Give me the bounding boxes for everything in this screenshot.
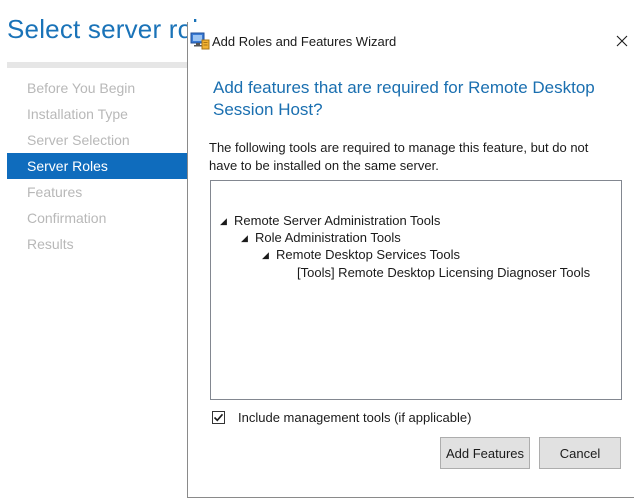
expanded-arrow-icon[interactable]: ◢ <box>241 229 255 247</box>
tree-node-label: Role Administration Tools <box>255 230 401 245</box>
add-features-button[interactable]: Add Features <box>440 437 530 469</box>
tree-node-remote-server-admin-tools[interactable]: ◢ Remote Server Administration Tools <box>220 212 440 230</box>
tree-node-rds-tools[interactable]: ◢ Remote Desktop Services Tools <box>262 246 460 264</box>
close-button[interactable] <box>610 28 634 54</box>
checkmark-icon <box>213 413 224 421</box>
cancel-button[interactable]: Cancel <box>539 437 621 469</box>
tree-node-label: Remote Server Administration Tools <box>234 213 441 228</box>
include-management-tools-row[interactable]: Include management tools (if applicable) <box>212 408 471 426</box>
server-manager-icon <box>190 32 210 50</box>
dialog-title: Add Roles and Features Wizard <box>212 34 397 49</box>
nav-item-confirmation[interactable]: Confirmation <box>7 205 187 231</box>
add-features-dialog: Add Roles and Features Wizard Add featur… <box>187 22 634 498</box>
expanded-arrow-icon[interactable]: ◢ <box>220 212 234 230</box>
include-management-tools-label: Include management tools (if applicable) <box>238 409 472 425</box>
expanded-arrow-icon[interactable]: ◢ <box>262 246 276 264</box>
nav-item-before-you-begin[interactable]: Before You Begin <box>7 75 187 101</box>
nav-item-features[interactable]: Features <box>7 179 187 205</box>
required-features-tree[interactable]: ◢ Remote Server Administration Tools ◢ Rol… <box>210 180 622 400</box>
title-divider <box>7 62 197 68</box>
tree-node-licensing-diagnoser-tools[interactable]: [Tools] Remote Desktop Licensing Diagnos… <box>297 264 590 282</box>
tree-node-role-admin-tools[interactable]: ◢ Role Administration Tools <box>241 229 401 247</box>
nav-item-installation-type[interactable]: Installation Type <box>7 101 187 127</box>
nav-item-server-roles[interactable]: Server Roles <box>7 153 187 179</box>
wizard-nav: Before You Begin Installation Type Serve… <box>7 75 187 257</box>
nav-item-results[interactable]: Results <box>7 231 187 257</box>
nav-item-server-selection[interactable]: Server Selection <box>7 127 187 153</box>
tree-node-label: Remote Desktop Services Tools <box>276 247 461 262</box>
dialog-heading: Add features that are required for Remot… <box>213 78 595 119</box>
screen: Select server roles Before You Begin Ins… <box>0 0 634 500</box>
close-icon <box>616 35 628 47</box>
dialog-description: The following tools are required to mana… <box>209 140 589 173</box>
dialog-titlebar[interactable]: Add Roles and Features Wizard <box>188 22 634 62</box>
include-management-tools-checkbox[interactable] <box>212 410 225 424</box>
tree-node-label: [Tools] Remote Desktop Licensing Diagnos… <box>297 265 591 280</box>
